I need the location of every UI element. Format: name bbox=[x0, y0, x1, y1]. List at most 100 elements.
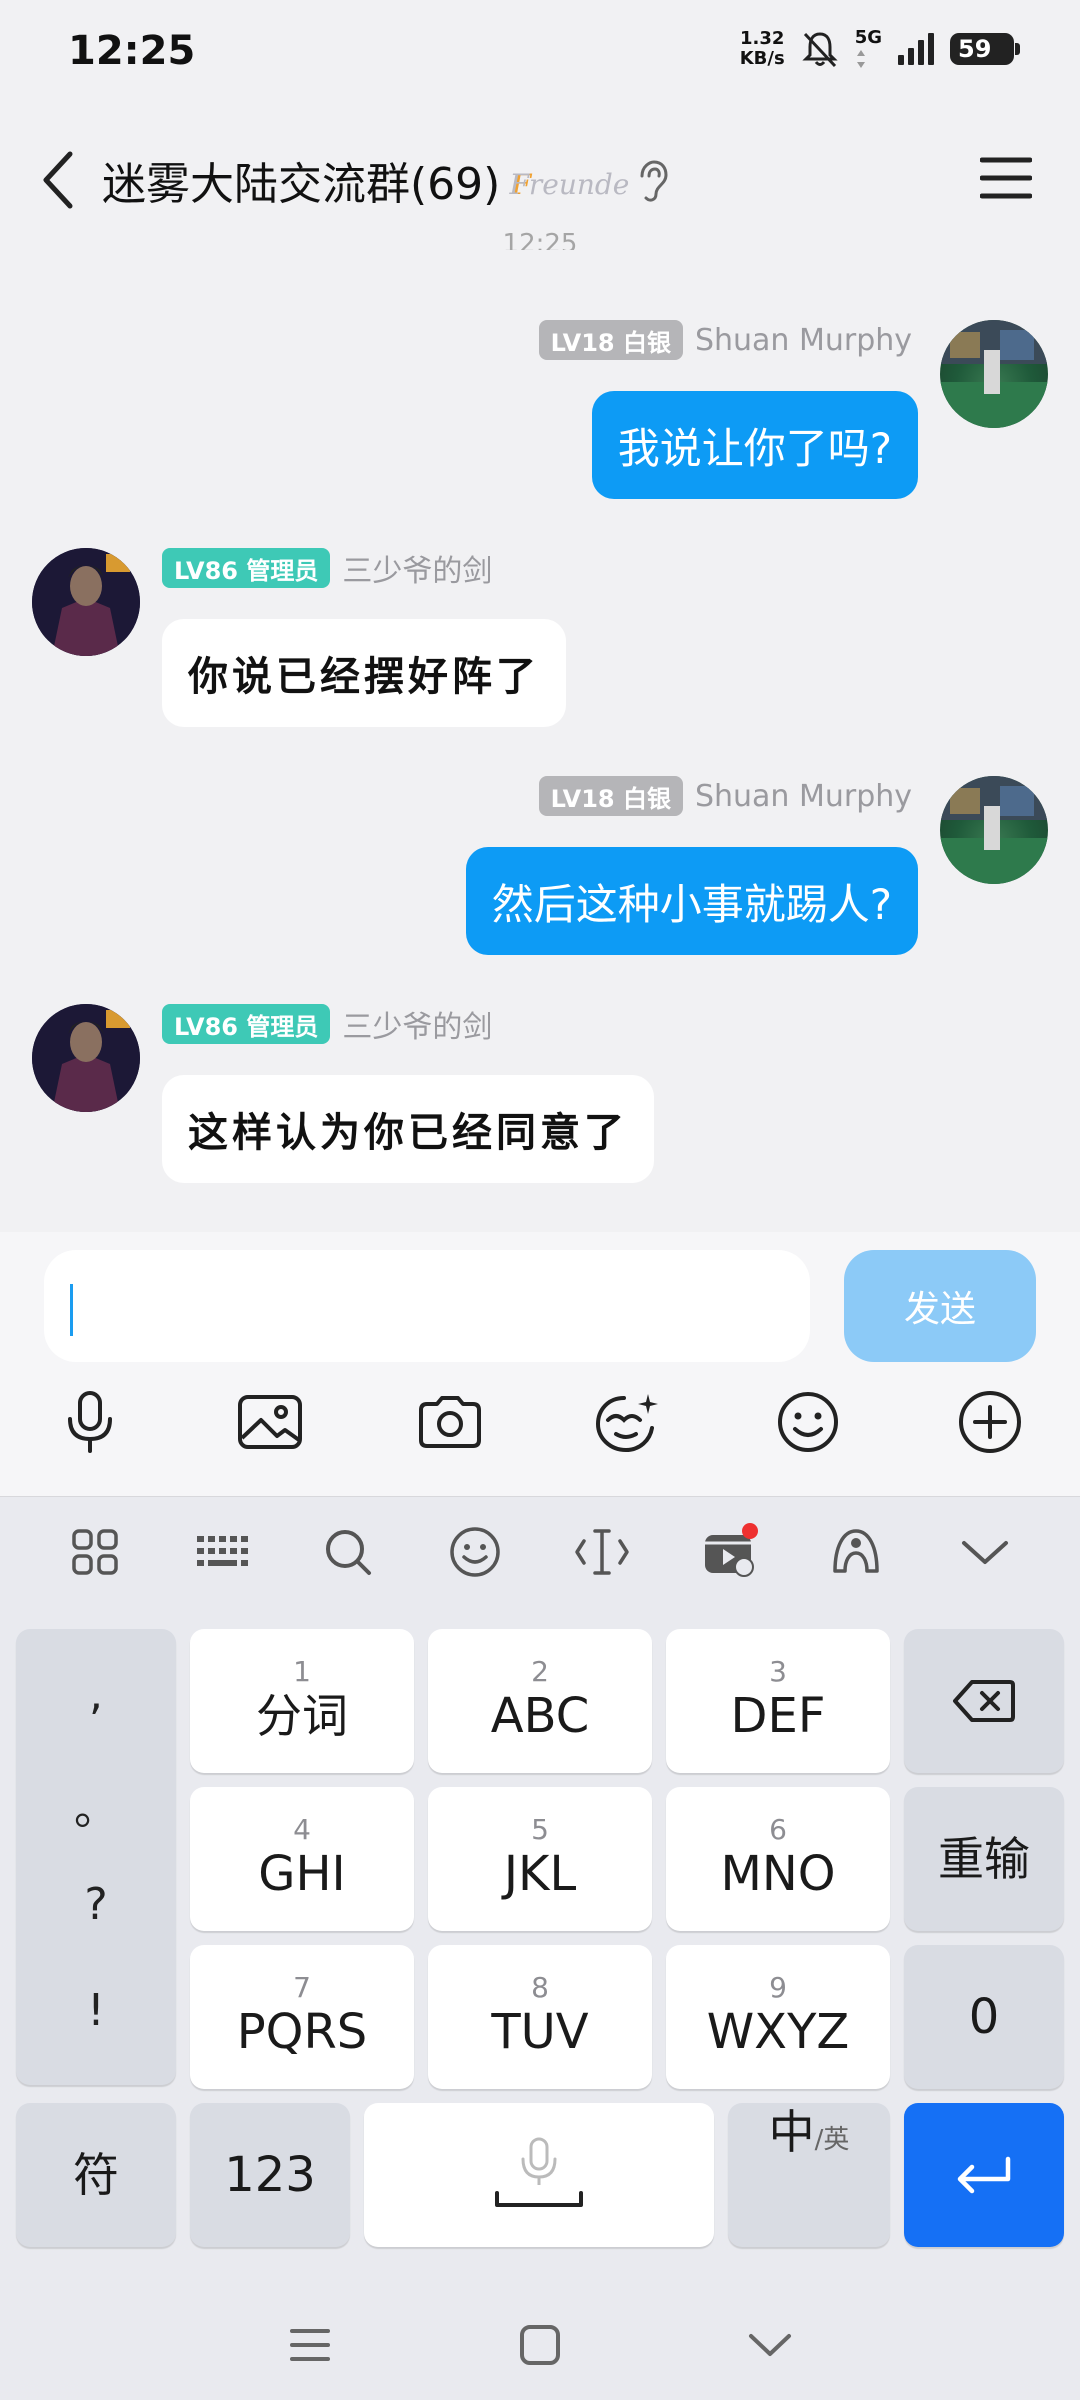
message-timestamp: 12:25 bbox=[502, 229, 578, 250]
home-button[interactable] bbox=[505, 2310, 575, 2380]
key-3[interactable]: 3 DEF bbox=[666, 1629, 890, 1773]
camera-button[interactable] bbox=[410, 1382, 490, 1462]
avatar-image bbox=[32, 1004, 140, 1112]
key-5[interactable]: 5 JKL bbox=[428, 1787, 652, 1931]
collapse-icon bbox=[962, 1541, 1008, 1564]
level-badge: LV18 白银 bbox=[538, 320, 683, 360]
message-bubble[interactable]: 我说让你了吗? bbox=[591, 391, 918, 499]
menu-button[interactable] bbox=[976, 150, 1036, 206]
space-key[interactable] bbox=[364, 2103, 714, 2247]
message-input[interactable] bbox=[44, 1250, 810, 1362]
toolbar-keyboard-button[interactable] bbox=[187, 1517, 257, 1587]
punct-period[interactable]: 。 bbox=[16, 1773, 176, 1837]
message-bubble[interactable]: 你说已经摆好阵了 bbox=[162, 619, 566, 727]
group-logo-text: Freunde bbox=[509, 168, 630, 201]
key-label: MNO bbox=[720, 1846, 836, 1902]
chat-title[interactable]: 迷雾大陆交流群(69) bbox=[102, 148, 500, 212]
more-button[interactable] bbox=[950, 1382, 1030, 1462]
key-8[interactable]: 8 TUV bbox=[428, 1945, 652, 2089]
image-button[interactable] bbox=[230, 1382, 310, 1462]
symbols-key[interactable]: 符 bbox=[16, 2103, 176, 2247]
key-label: 重输 bbox=[938, 1832, 1030, 1886]
skin-icon bbox=[833, 1529, 879, 1573]
key-label: 分词 bbox=[256, 1689, 348, 1743]
level-badge: LV18 白银 bbox=[538, 776, 683, 816]
group-logo: FFreunde bbox=[509, 168, 630, 201]
key-label: 符 bbox=[73, 2148, 119, 2202]
message-meta: LV18 白银 Shuan Murphy bbox=[538, 320, 912, 360]
toolbar-emoji-button[interactable] bbox=[440, 1517, 510, 1587]
voice-button[interactable] bbox=[50, 1382, 130, 1462]
punct-comma[interactable]: , bbox=[16, 1669, 176, 1720]
back-icon bbox=[749, 2334, 791, 2356]
key-9[interactable]: 9 WXYZ bbox=[666, 1945, 890, 2089]
key-4[interactable]: 4 GHI bbox=[190, 1787, 414, 1931]
status-time: 12:25 bbox=[68, 28, 196, 74]
battery-icon: 59 bbox=[950, 33, 1020, 65]
emoji-icon bbox=[450, 1527, 500, 1577]
key-number: 7 bbox=[293, 1971, 311, 2004]
punctuation-column[interactable]: , 。 ? ! bbox=[16, 1629, 176, 2085]
toolbar-collapse-button[interactable] bbox=[950, 1517, 1020, 1587]
home-icon bbox=[520, 2325, 560, 2365]
language-switch-key[interactable]: 中 /英 bbox=[728, 2103, 890, 2247]
sender-name[interactable]: Shuan Murphy bbox=[695, 323, 912, 358]
avatar[interactable] bbox=[940, 320, 1048, 428]
punct-question[interactable]: ? bbox=[16, 1879, 176, 1930]
toolbar-video-button[interactable] bbox=[694, 1517, 764, 1587]
send-button[interactable]: 发送 bbox=[844, 1250, 1036, 1362]
toolbar-search-button[interactable] bbox=[313, 1517, 383, 1587]
back-arrow-icon bbox=[43, 151, 73, 209]
punct-exclaim[interactable]: ! bbox=[16, 1985, 176, 2036]
recent-apps-button[interactable] bbox=[275, 2310, 345, 2380]
key-label: JKL bbox=[503, 1846, 577, 1902]
toolbar-cursor-button[interactable] bbox=[567, 1517, 637, 1587]
avatar[interactable] bbox=[32, 548, 140, 656]
text-cursor bbox=[70, 1284, 73, 1336]
sender-name[interactable]: 三少爷的剑 bbox=[342, 546, 492, 590]
avatar-image bbox=[940, 320, 1048, 428]
avatar[interactable] bbox=[32, 1004, 140, 1112]
back-button[interactable] bbox=[30, 142, 86, 218]
network-type: 5G bbox=[855, 28, 882, 70]
key-number: 9 bbox=[769, 1971, 787, 2004]
avatar-image bbox=[940, 776, 1048, 884]
message-meta: LV86 管理员 三少爷的剑 bbox=[162, 546, 492, 590]
key-label: GHI bbox=[258, 1846, 346, 1902]
key-0[interactable]: 0 bbox=[904, 1945, 1064, 2089]
key-label: TUV bbox=[491, 2004, 589, 2060]
data-arrows-icon bbox=[856, 50, 865, 68]
backspace-key[interactable] bbox=[904, 1629, 1064, 1773]
numbers-key[interactable]: 123 bbox=[190, 2103, 350, 2247]
key-number: 8 bbox=[531, 1971, 549, 2004]
avatar-image bbox=[32, 548, 140, 656]
emoji-icon bbox=[778, 1392, 838, 1452]
keyboard-icon bbox=[197, 1536, 248, 1566]
key-label: WXYZ bbox=[706, 2004, 850, 2060]
camera-icon bbox=[419, 1396, 481, 1448]
avatar[interactable] bbox=[940, 776, 1048, 884]
message-bubble[interactable]: 这样认为你已经同意了 bbox=[162, 1075, 654, 1183]
toolbar-grid-button[interactable] bbox=[60, 1517, 130, 1587]
key-number: 4 bbox=[293, 1813, 311, 1846]
key-label: DEF bbox=[730, 1688, 826, 1744]
enter-key[interactable] bbox=[904, 2103, 1064, 2247]
key-7[interactable]: 7 PQRS bbox=[190, 1945, 414, 2089]
key-6[interactable]: 6 MNO bbox=[666, 1787, 890, 1931]
sender-name[interactable]: 三少爷的剑 bbox=[342, 1002, 492, 1046]
key-number: 2 bbox=[531, 1655, 549, 1688]
network-speed-value: 1.32 bbox=[739, 28, 785, 49]
composer: 发送 bbox=[0, 1232, 1080, 1496]
sticker-button[interactable] bbox=[588, 1382, 668, 1462]
key-1[interactable]: 1 分词 bbox=[190, 1629, 414, 1773]
back-nav-button[interactable] bbox=[735, 2310, 805, 2380]
emoji-button[interactable] bbox=[768, 1382, 848, 1462]
key-2[interactable]: 2 ABC bbox=[428, 1629, 652, 1773]
reinput-key[interactable]: 重输 bbox=[904, 1787, 1064, 1931]
toolbar-skin-button[interactable] bbox=[821, 1517, 891, 1587]
ear-icon[interactable] bbox=[632, 158, 672, 204]
status-bar: 12:25 1.32 KB/s 5G 59 bbox=[0, 0, 1080, 100]
sender-name[interactable]: Shuan Murphy bbox=[695, 779, 912, 814]
system-nav-bar bbox=[0, 2288, 1080, 2400]
message-bubble[interactable]: 然后这种小事就踢人? bbox=[465, 847, 918, 955]
